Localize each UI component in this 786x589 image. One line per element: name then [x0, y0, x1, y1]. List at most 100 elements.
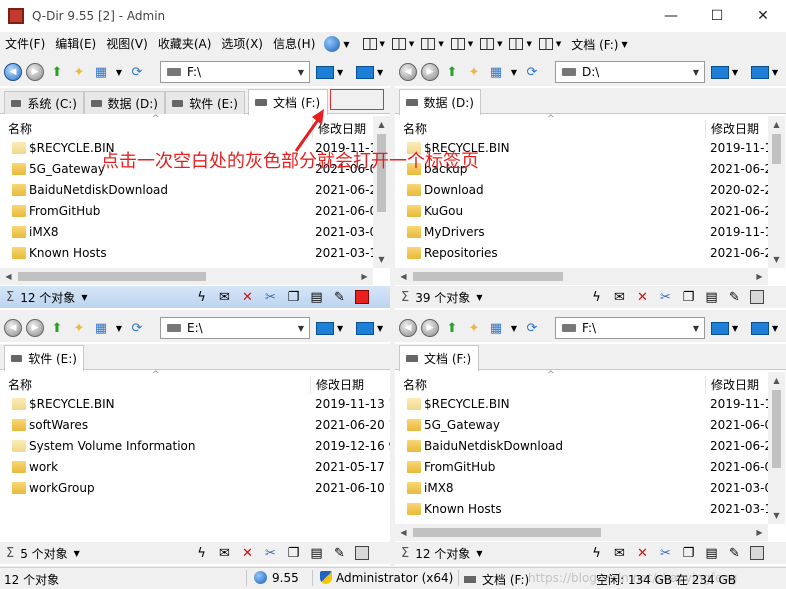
menu-view[interactable]: 视图(V) [101, 32, 153, 56]
chevron-down-icon[interactable]: ▼ [476, 293, 482, 302]
file-row[interactable]: FromGitHub 2021-06-0 [395, 457, 768, 478]
bolt-icon[interactable]: ϟ [585, 546, 608, 561]
menu-file[interactable]: 文件(F) [0, 32, 50, 56]
object-count[interactable]: 39 个对象 [415, 289, 470, 306]
delete-icon[interactable]: ✕ [631, 546, 654, 561]
close-button[interactable]: ✕ [740, 0, 786, 32]
up-folder-icon[interactable]: ⬆ [443, 319, 461, 337]
scroll-thumb[interactable] [413, 528, 601, 537]
file-row[interactable]: 5G_Gateway 2021-06-0 [395, 415, 768, 436]
file-row[interactable]: work 2021-05-17 1 [0, 457, 390, 478]
chevron-down-icon[interactable]: ▼ [476, 549, 482, 558]
qdir-app-icon[interactable] [8, 8, 24, 24]
file-row[interactable]: FromGitHub 2021-06-0 [0, 201, 373, 222]
file-row[interactable]: Repositories 2021-06-2 [395, 243, 768, 264]
minimize-button[interactable]: — [648, 0, 694, 32]
properties-icon[interactable] [750, 546, 764, 560]
layout-grid-icon[interactable] [391, 38, 406, 50]
vertical-scrollbar[interactable]: ▲ ▼ [768, 372, 785, 524]
mail-icon[interactable]: ✉ [608, 290, 631, 305]
new-folder-icon[interactable]: ✦ [465, 319, 483, 337]
layout-grid-icon[interactable] [450, 38, 465, 50]
tab-bar[interactable]: 软件 (E:) [0, 344, 390, 371]
scroll-up-icon[interactable]: ▲ [768, 116, 785, 133]
file-row[interactable]: Download 2020-02-2 [395, 180, 768, 201]
forward-icon[interactable]: ▶ [26, 63, 44, 81]
up-folder-icon[interactable]: ⬆ [443, 63, 461, 81]
column-name[interactable]: 名称 [403, 120, 427, 137]
scroll-left-icon[interactable]: ◀ [0, 268, 17, 285]
paste-icon[interactable]: ▤ [305, 290, 328, 305]
layout-grid-icon[interactable] [421, 38, 436, 50]
file-row[interactable]: iMX8 2021-03-0 [0, 222, 373, 243]
file-row[interactable]: BaiduNetdiskDownload 2021-06-2 [395, 436, 768, 457]
paste-icon[interactable]: ▤ [700, 290, 723, 305]
rename-icon[interactable]: ✎ [328, 546, 351, 561]
new-folder-icon[interactable]: ✦ [465, 63, 483, 81]
column-date[interactable]: 修改日期 [705, 376, 759, 394]
file-row[interactable]: Known Hosts 2021-03-1 [0, 243, 373, 264]
scroll-thumb[interactable] [772, 390, 781, 468]
chevron-down-icon[interactable]: ▼ [556, 40, 561, 48]
bolt-icon[interactable]: ϟ [190, 546, 213, 561]
chevron-down-icon[interactable]: ▼ [343, 40, 349, 49]
tab-data-d[interactable]: 数据 (D:) [84, 91, 165, 114]
layout-grid-icon[interactable] [538, 38, 553, 50]
chevron-down-icon[interactable]: ▼ [438, 40, 443, 48]
chevron-down-icon[interactable]: ▼ [526, 40, 531, 48]
rename-icon[interactable]: ✎ [723, 546, 746, 561]
up-folder-icon[interactable]: ⬆ [48, 319, 66, 337]
paste-icon[interactable]: ▤ [700, 546, 723, 561]
file-row[interactable]: $RECYCLE.BIN 2019-11-13 1 [0, 394, 390, 415]
column-date[interactable]: 修改日期 [705, 120, 759, 138]
tab-data-d[interactable]: 数据 (D:) [399, 89, 481, 115]
up-folder-icon[interactable]: ⬆ [48, 63, 66, 81]
layout-grid-icon[interactable] [480, 38, 495, 50]
chevron-down-icon[interactable]: ▼ [293, 324, 309, 333]
chevron-down-icon[interactable]: ▼ [81, 293, 87, 302]
object-count[interactable]: 12 个对象 [415, 545, 470, 562]
column-name[interactable]: 名称 [403, 376, 427, 393]
properties-icon[interactable] [355, 290, 369, 304]
chevron-down-icon[interactable]: ▼ [621, 40, 627, 49]
address-bar[interactable]: D:\ ▼ [555, 61, 705, 83]
rename-icon[interactable]: ✎ [723, 290, 746, 305]
cut-icon[interactable]: ✂ [654, 546, 677, 561]
view-mode-icon[interactable]: ▦ [92, 63, 110, 81]
copy-icon[interactable]: ❐ [282, 290, 305, 305]
file-row[interactable]: $RECYCLE.BIN 2019-11-1 [395, 394, 768, 415]
scroll-right-icon[interactable]: ▶ [751, 524, 768, 541]
new-folder-icon[interactable]: ✦ [70, 63, 88, 81]
scroll-down-icon[interactable]: ▼ [768, 251, 785, 268]
chevron-down-icon[interactable]: ▼ [497, 40, 502, 48]
desktop-monitor-button[interactable]: ▼ [316, 62, 346, 82]
column-name[interactable]: 名称 [8, 376, 32, 393]
chevron-down-icon[interactable]: ▼ [688, 68, 704, 77]
mail-icon[interactable]: ✉ [213, 546, 236, 561]
menu-drive-label[interactable]: 文档 (F:) [571, 36, 618, 53]
view-mode-icon[interactable]: ▦ [92, 319, 110, 337]
address-bar[interactable]: E:\ ▼ [160, 317, 310, 339]
refresh-icon[interactable]: ⟳ [128, 63, 146, 81]
menu-edit[interactable]: 编辑(E) [50, 32, 101, 56]
tab-bar[interactable]: 系统 (C:) 数据 (D:) 软件 (E:) 文档 (F:) [0, 88, 390, 115]
menu-info[interactable]: 信息(H) [268, 32, 320, 56]
chevron-down-icon[interactable]: ▼ [468, 40, 473, 48]
menu-options[interactable]: 选项(X) [216, 32, 268, 56]
forward-icon[interactable]: ▶ [26, 319, 44, 337]
chevron-down-icon[interactable]: ▼ [688, 324, 704, 333]
chevron-down-icon[interactable]: ▼ [114, 319, 124, 337]
cut-icon[interactable]: ✂ [654, 290, 677, 305]
tab-software-e[interactable]: 软件 (E:) [165, 91, 245, 114]
scroll-up-icon[interactable]: ▲ [768, 372, 785, 389]
desktop-monitor-button[interactable]: ▼ [356, 318, 386, 338]
refresh-icon[interactable]: ⟳ [523, 319, 541, 337]
object-count[interactable]: 5 个对象 [20, 545, 67, 562]
delete-icon[interactable]: ✕ [631, 290, 654, 305]
scroll-left-icon[interactable]: ◀ [395, 524, 412, 541]
menu-favorites[interactable]: 收藏夹(A) [153, 32, 217, 56]
tab-docs-f[interactable]: 文档 (F:) [399, 345, 479, 371]
vertical-scrollbar[interactable]: ▲ ▼ [768, 116, 785, 268]
rename-icon[interactable]: ✎ [328, 290, 351, 305]
back-icon[interactable]: ◀ [4, 319, 22, 337]
